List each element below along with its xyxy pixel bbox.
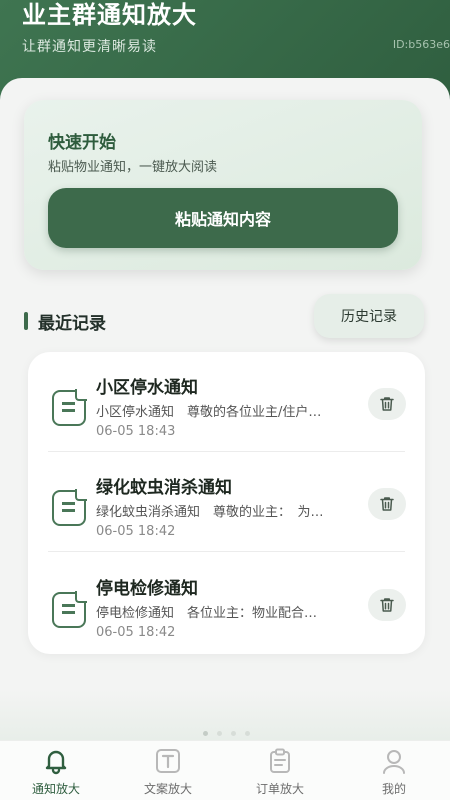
record-title: 停电检修通知 xyxy=(96,579,198,599)
page-indicator xyxy=(203,731,250,737)
document-icon xyxy=(52,591,87,628)
tab-label: 我的 xyxy=(381,782,406,796)
document-icon xyxy=(52,389,87,426)
bell-icon xyxy=(45,750,67,775)
tab-mine[interactable]: 我的 xyxy=(338,741,450,800)
app-title: 业主群通知放大 xyxy=(22,1,197,29)
quick-start-card: 快速开始 粘贴物业通知，一键放大阅读 粘贴通知内容 xyxy=(24,100,422,270)
tab-label: 订单放大 xyxy=(255,782,304,796)
user-icon xyxy=(383,750,405,774)
document-icon xyxy=(52,489,87,526)
history-button[interactable]: 历史记录 xyxy=(314,294,424,338)
section-accent-bar xyxy=(24,312,28,330)
record-preview: 小区停水通知 尊敬的各位业主/住户… xyxy=(96,405,322,420)
trash-icon xyxy=(380,598,394,612)
page-dot xyxy=(231,731,236,736)
trash-icon xyxy=(380,497,394,511)
delete-button[interactable] xyxy=(368,589,406,621)
app-id: ID:b563e6 xyxy=(392,38,450,51)
tab-label: 通知放大 xyxy=(31,782,80,796)
tab-text-zoom[interactable]: 文案放大 xyxy=(112,741,224,800)
paste-notice-button[interactable]: 粘贴通知内容 xyxy=(48,188,398,248)
recent-section-title: 最近记录 xyxy=(38,314,106,334)
quick-start-title: 快速开始 xyxy=(48,133,116,153)
bottom-tab-bar: 通知放大 文案放大 订单放大 我的 xyxy=(0,740,450,800)
record-item[interactable]: 停电检修通知 停电检修通知 各位业主：物业配合… 06-05 18:42 xyxy=(28,552,425,652)
recent-records-list: 小区停水通知 小区停水通知 尊敬的各位业主/住户… 06-05 18:43 绿化… xyxy=(28,352,425,654)
delete-button[interactable] xyxy=(368,488,406,520)
record-title: 绿化蚊虫消杀通知 xyxy=(96,478,232,498)
page-dot xyxy=(245,731,250,736)
clipboard-icon xyxy=(270,748,290,773)
tab-label: 文案放大 xyxy=(143,782,192,796)
record-title: 小区停水通知 xyxy=(96,378,198,398)
record-preview: 停电检修通知 各位业主：物业配合… xyxy=(96,606,318,621)
delete-button[interactable] xyxy=(368,388,406,420)
record-time: 06-05 18:42 xyxy=(96,524,176,539)
app-subtitle: 让群通知更清晰易读 xyxy=(22,39,157,55)
record-item[interactable]: 小区停水通知 小区停水通知 尊敬的各位业主/住户… 06-05 18:43 xyxy=(28,352,425,452)
record-time: 06-05 18:42 xyxy=(96,625,176,640)
record-time: 06-05 18:43 xyxy=(96,424,176,439)
tab-order-zoom[interactable]: 订单放大 xyxy=(224,741,336,800)
text-icon xyxy=(156,749,180,773)
quick-start-description: 粘贴物业通知，一键放大阅读 xyxy=(48,160,218,175)
record-item[interactable]: 绿化蚊虫消杀通知 绿化蚊虫消杀通知 尊敬的业主： 为… 06-05 18:42 xyxy=(28,452,425,552)
page-dot xyxy=(217,731,222,736)
trash-icon xyxy=(380,397,394,411)
record-preview: 绿化蚊虫消杀通知 尊敬的业主： 为… xyxy=(96,505,324,520)
tab-notice-zoom[interactable]: 通知放大 xyxy=(0,741,112,800)
page-dot xyxy=(203,731,208,736)
